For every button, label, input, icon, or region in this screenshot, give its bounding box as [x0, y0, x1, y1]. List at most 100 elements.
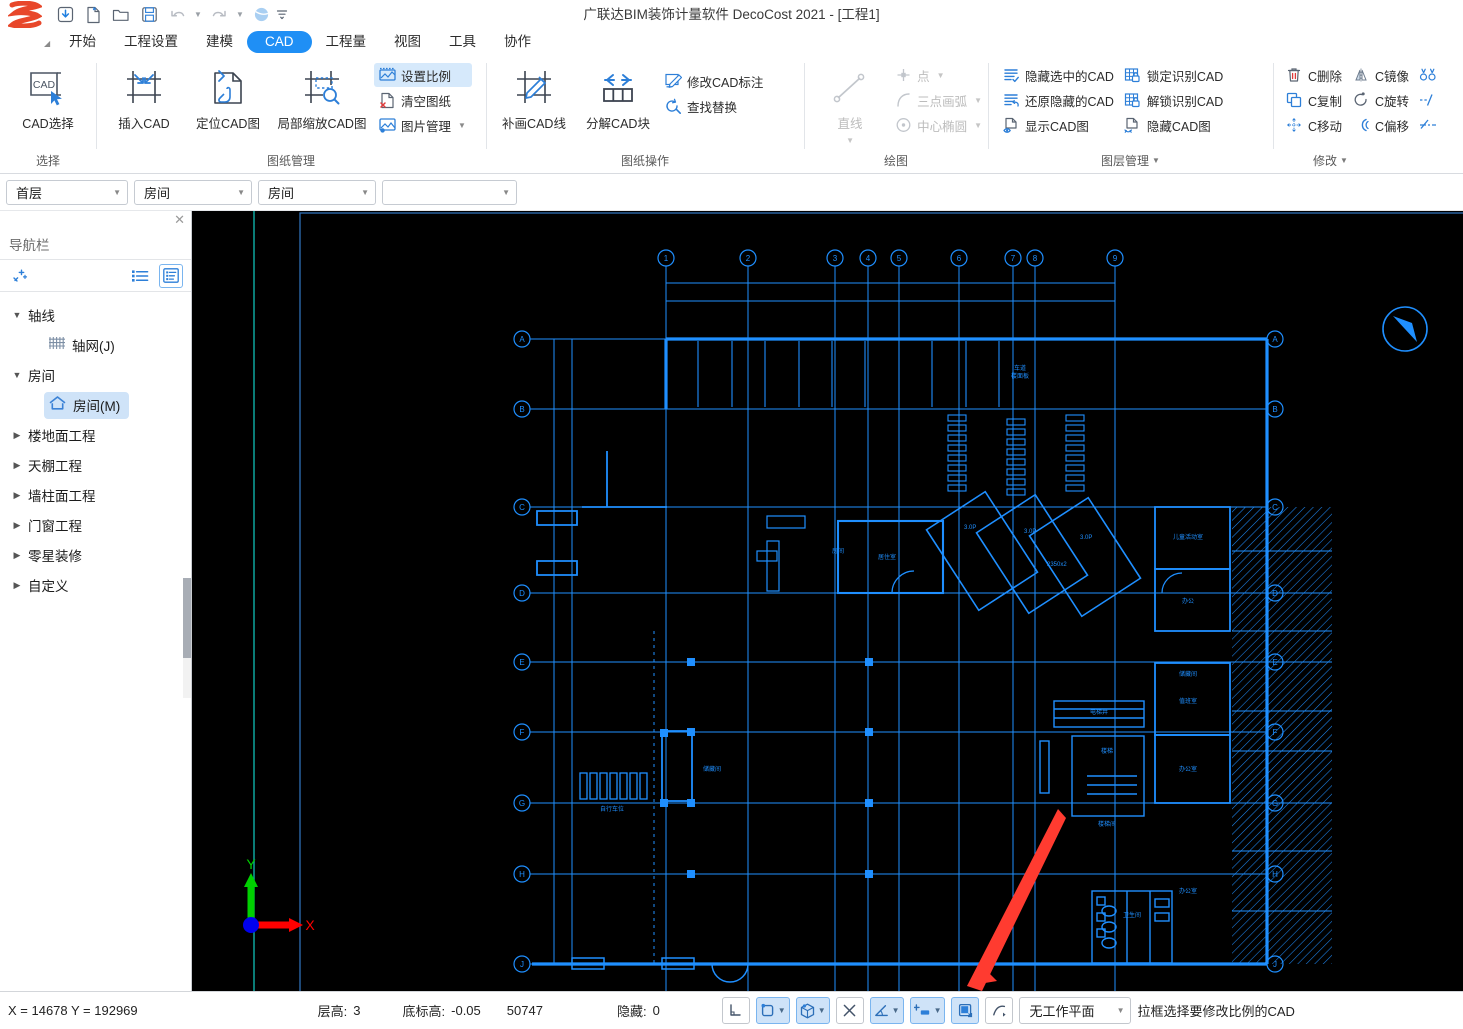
draw-cad-line-button[interactable]: 补画CAD线	[492, 61, 576, 136]
floor-selector[interactable]: 首层 ▼	[6, 179, 128, 205]
modify-expand-caret[interactable]: ▼	[1340, 151, 1348, 171]
point-caret[interactable]: ▼	[937, 71, 945, 80]
explode-cad-block-button[interactable]: 分解CAD块	[576, 61, 660, 136]
restore-hidden-cad-button[interactable]: 还原隐藏的CAD	[998, 88, 1120, 112]
download-icon[interactable]	[52, 3, 78, 27]
tree-leaf-room[interactable]: 房间(M)	[0, 390, 191, 420]
lock-recognize-cad-button[interactable]: 锁定识别CAD	[1120, 63, 1229, 87]
zoom-cad-button[interactable]: 局部缩放CAD图	[270, 61, 374, 136]
component-selector[interactable]: ▼	[382, 179, 517, 205]
c-delete-label: C删除	[1308, 69, 1343, 84]
tab-tools[interactable]: 工具	[435, 31, 490, 53]
detail-view-icon[interactable]	[159, 263, 183, 288]
tree-node-misc-decoration[interactable]: ▶ 零星装修	[0, 540, 191, 570]
logo-dropdown-caret[interactable]: ◢	[44, 39, 50, 48]
hide-cad-drawing-button[interactable]: 隐藏CAD图	[1120, 113, 1229, 137]
locate-cad-button[interactable]: 定位CAD图	[186, 61, 270, 136]
redo-dropdown-caret[interactable]: ▼	[234, 3, 246, 27]
lock-recognize-cad-label: 锁定识别CAD	[1146, 69, 1224, 84]
hide-selected-cad-button[interactable]: 隐藏选中的CAD	[998, 63, 1120, 87]
new-file-icon[interactable]	[80, 3, 106, 27]
align-button[interactable]	[1415, 63, 1448, 87]
line-caret[interactable]: ▼	[846, 136, 854, 145]
tree-node-custom[interactable]: ▶ 自定义	[0, 570, 191, 600]
tree-node-ceiling-engineering[interactable]: ▶ 天棚工程	[0, 450, 191, 480]
tree-leaf-grid[interactable]: 轴网(J)	[0, 330, 191, 360]
drawing-operations-small-buttons: 修改CAD标注 查找替换	[660, 61, 769, 118]
center-ellipse-button[interactable]: 中心椭圆 ▼	[890, 113, 988, 137]
tab-start[interactable]: 开始	[55, 31, 110, 53]
c-rotate-button[interactable]: C旋转	[1348, 88, 1415, 112]
add-item-icon[interactable]	[8, 264, 32, 288]
tab-modeling[interactable]: 建模	[192, 31, 247, 53]
chevron-down-icon[interactable]: ▼	[891, 1006, 900, 1015]
cad-select-button[interactable]: CAD CAD选择	[6, 61, 90, 136]
undo-dropdown-caret[interactable]: ▼	[192, 3, 204, 27]
three-point-arc-caret[interactable]: ▼	[974, 96, 982, 105]
tab-collaboration[interactable]: 协作	[490, 31, 545, 53]
tree-node-wall-column-engineering[interactable]: ▶ 墙柱面工程	[0, 480, 191, 510]
angle-snap-toggle[interactable]: ▼	[869, 997, 904, 1024]
tree-node-room[interactable]: ▼ 房间	[0, 360, 191, 390]
tree-node-door-window-engineering[interactable]: ▶ 门窗工程	[0, 510, 191, 540]
object-snap-toggle[interactable]: ▼	[755, 997, 790, 1024]
extend-button[interactable]	[1415, 113, 1448, 137]
tab-project-settings[interactable]: 工程设置	[110, 31, 192, 53]
list-view-icon[interactable]	[128, 264, 152, 288]
tree-node-axis[interactable]: ▼ 轴线	[0, 300, 191, 330]
cloud-icon[interactable]	[248, 3, 274, 27]
tab-cad[interactable]: CAD	[247, 31, 312, 53]
c-offset-button[interactable]: C偏移	[1348, 113, 1415, 137]
unlock-recognize-cad-button[interactable]: 解锁识别CAD	[1120, 88, 1229, 112]
image-manage-caret[interactable]: ▼	[458, 121, 466, 130]
chevron-down-icon[interactable]: ▼	[777, 1006, 786, 1015]
redo-icon[interactable]	[206, 3, 232, 27]
open-folder-icon[interactable]	[108, 3, 134, 27]
trim-button[interactable]	[1415, 88, 1448, 112]
sidebar-scrollbar[interactable]	[183, 578, 191, 698]
tab-quantity[interactable]: 工程量	[312, 31, 381, 53]
three-point-arc-button[interactable]: 三点画弧 ▼	[890, 88, 988, 112]
undo-icon[interactable]	[164, 3, 190, 27]
svg-text:J: J	[520, 960, 524, 969]
c-move-button[interactable]: C移动	[1281, 113, 1348, 137]
find-replace-button[interactable]: 查找替换	[660, 94, 769, 118]
clear-drawing-button[interactable]: 清空图纸	[374, 88, 472, 112]
svg-text:D: D	[519, 589, 525, 598]
ortho-toggle[interactable]	[721, 997, 750, 1024]
c-mirror-button[interactable]: C镜像	[1348, 63, 1415, 87]
c-copy-button[interactable]: C复制	[1281, 88, 1348, 112]
tree-node-floor-engineering[interactable]: ▶ 楼地面工程	[0, 420, 191, 450]
curve-tool-button[interactable]	[985, 997, 1014, 1024]
save-icon[interactable]	[136, 3, 162, 27]
image-manage-button[interactable]: 图片管理 ▼	[374, 113, 472, 137]
cad-select-label: CAD选择	[22, 117, 74, 131]
cad-canvas[interactable]: 1 2 3 4 5 6 7 8 9 A B C D E F G H J A B …	[192, 211, 1463, 991]
cube-snap-toggle[interactable]: ▼	[795, 997, 830, 1024]
category-selector[interactable]: 房间 ▼	[134, 179, 252, 205]
chevron-down-icon: ▼	[361, 187, 369, 197]
show-cad-drawing-icon	[1002, 116, 1020, 134]
display-toggle[interactable]	[951, 997, 980, 1024]
tab-view[interactable]: 视图	[380, 31, 435, 53]
workplane-selector[interactable]: 无工作平面 ▼	[1019, 997, 1132, 1024]
intersection-snap-toggle[interactable]	[835, 997, 864, 1024]
more-icon[interactable]	[276, 3, 288, 27]
explode-cad-block-label: 分解CAD块	[586, 117, 650, 131]
dimension-toggle[interactable]: ▼	[909, 997, 946, 1024]
layer-management-expand-caret[interactable]: ▼	[1152, 151, 1160, 171]
close-icon[interactable]: ✕	[174, 212, 185, 228]
center-ellipse-caret[interactable]: ▼	[974, 121, 982, 130]
status-toolbar: ▼ ▼ ▼ ▼ 无工作平面 ▼ 拉框选择要修改比例的CAD	[721, 997, 1295, 1024]
chevron-down-icon[interactable]: ▼	[933, 1006, 942, 1015]
c-delete-button[interactable]: C删除	[1281, 63, 1348, 87]
line-button[interactable]: 直线 ▼	[810, 61, 890, 149]
show-cad-drawing-button[interactable]: 显示CAD图	[998, 113, 1120, 137]
point-icon	[894, 66, 912, 84]
edit-cad-dimension-button[interactable]: 修改CAD标注	[660, 69, 769, 93]
chevron-down-icon[interactable]: ▼	[817, 1006, 826, 1015]
set-scale-button[interactable]: 设置比例	[374, 63, 472, 87]
point-button[interactable]: 点 ▼	[890, 63, 988, 87]
insert-cad-button[interactable]: 插入CAD	[102, 61, 186, 136]
subcategory-selector[interactable]: 房间 ▼	[258, 179, 376, 205]
